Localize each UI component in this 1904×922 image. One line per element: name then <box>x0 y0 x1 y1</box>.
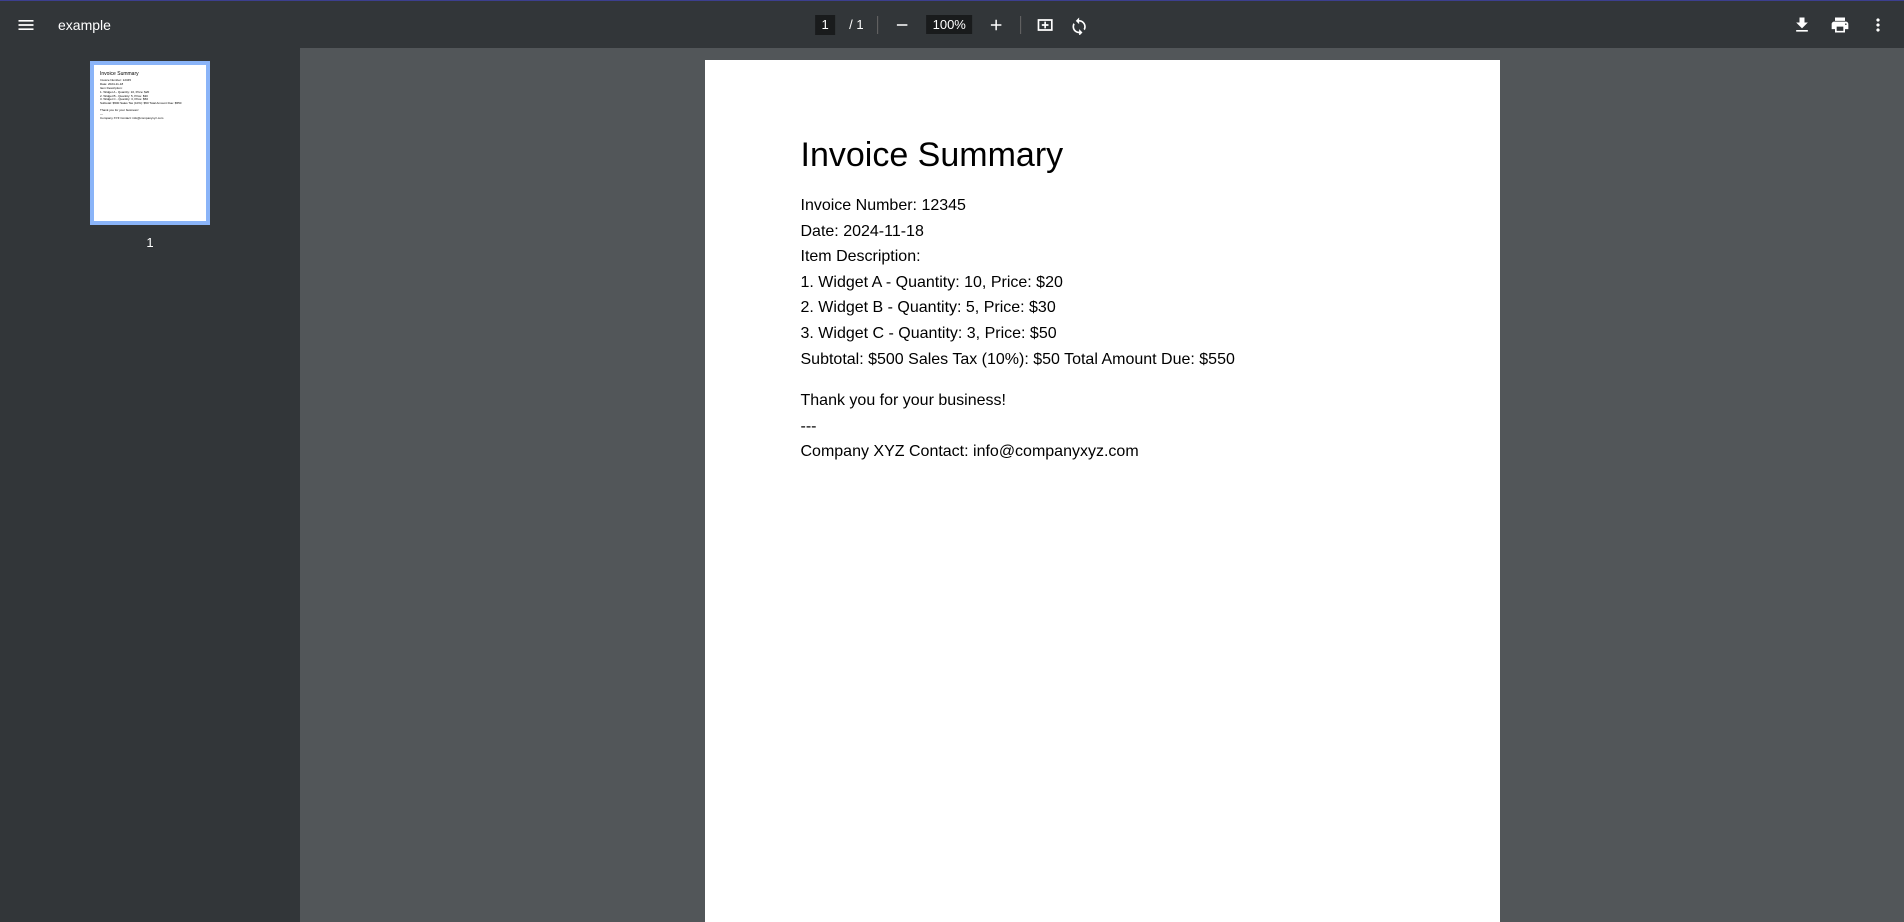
date-line: Date: 2024-11-18 <box>801 219 1404 245</box>
item-line-1: 1. Widget A - Quantity: 10, Price: $20 <box>801 270 1404 296</box>
company-contact-line: Company XYZ Contact: info@companyxyz.com <box>801 439 1404 465</box>
divider <box>1020 16 1021 34</box>
zoom-level[interactable]: 100% <box>927 15 972 34</box>
zoom-in-icon[interactable] <box>986 15 1006 35</box>
print-icon[interactable] <box>1830 15 1850 35</box>
thank-you-line: Thank you for your business! <box>801 388 1404 414</box>
document-title: Invoice Summary <box>801 136 1404 175</box>
item-line-3: 3. Widget C - Quantity: 3, Price: $50 <box>801 321 1404 347</box>
totals-line: Subtotal: $500 Sales Tax (10%): $50 Tota… <box>801 347 1404 373</box>
item-line-2: 2. Widget B - Quantity: 5, Price: $30 <box>801 295 1404 321</box>
rotate-icon[interactable] <box>1069 15 1089 35</box>
invoice-number-line: Invoice Number: 12345 <box>801 193 1404 219</box>
pdf-toolbar: example / 1 100% <box>0 0 1904 48</box>
page-thumbnail[interactable]: Invoice Summary Invoice Number: 12345 Da… <box>90 61 210 225</box>
zoom-out-icon[interactable] <box>893 15 913 35</box>
document-page: Invoice Summary Invoice Number: 12345 Da… <box>705 60 1500 922</box>
toolbar-center: / 1 100% <box>815 15 1089 35</box>
item-description-label: Item Description: <box>801 244 1404 270</box>
thumbnail-page-number: 1 <box>146 235 153 250</box>
divider <box>878 16 879 34</box>
toolbar-right <box>1792 15 1888 35</box>
toolbar-left: example <box>16 15 111 35</box>
page-total: / 1 <box>849 17 863 32</box>
menu-icon[interactable] <box>16 15 36 35</box>
download-icon[interactable] <box>1792 15 1812 35</box>
thumb-title: Invoice Summary <box>100 71 200 77</box>
more-icon[interactable] <box>1868 15 1888 35</box>
thumbnail-wrapper: Invoice Summary Invoice Number: 12345 Da… <box>90 61 210 250</box>
separator-line: --- <box>801 414 1404 440</box>
thumb-line: Company XYZ Contact: info@companyxyz.com <box>100 117 200 121</box>
main-area: Invoice Summary Invoice Number: 12345 Da… <box>0 48 1904 922</box>
file-title: example <box>58 17 111 33</box>
fit-page-icon[interactable] <box>1035 15 1055 35</box>
thumbnail-sidebar: Invoice Summary Invoice Number: 12345 Da… <box>0 48 300 922</box>
page-number-input[interactable] <box>815 15 835 35</box>
page-viewport[interactable]: Invoice Summary Invoice Number: 12345 Da… <box>300 48 1904 922</box>
